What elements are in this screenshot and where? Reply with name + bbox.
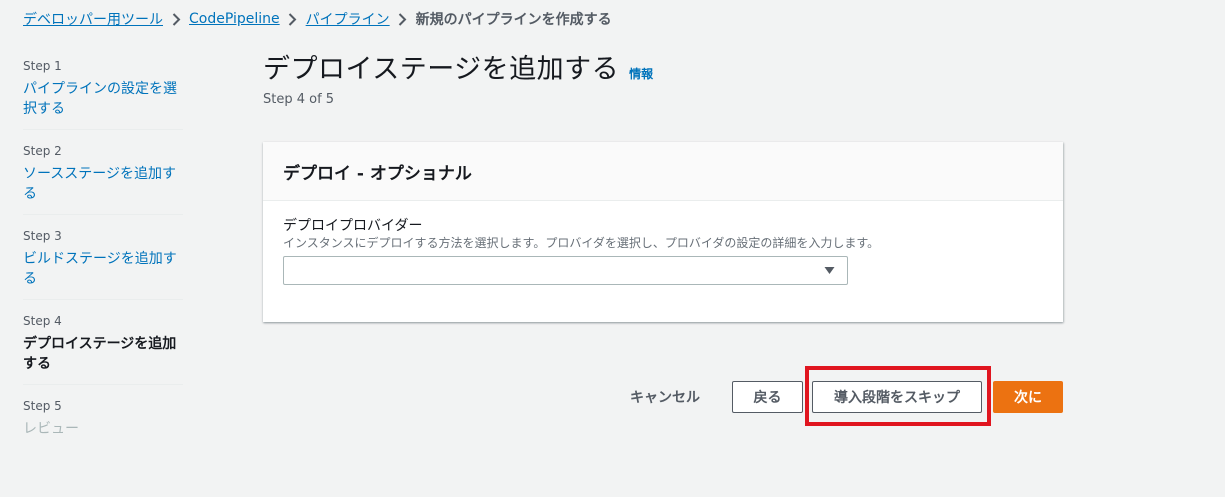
panel-header: デプロイ - オプショナル bbox=[263, 142, 1063, 201]
wizard-step-2: Step 2 ソースステージを追加する bbox=[23, 140, 183, 215]
chevron-right-icon bbox=[280, 12, 306, 26]
wizard-actions: キャンセル 戻る 導入段階をスキップ 次に bbox=[0, 381, 1225, 413]
step-current-deploy-stage: デプロイステージを追加する bbox=[23, 336, 177, 372]
wizard-step-4: Step 4 デプロイステージを追加する bbox=[23, 310, 183, 385]
annotation-highlight-box bbox=[805, 366, 991, 426]
step-link-source-stage[interactable]: ソースステージを追加する bbox=[23, 164, 183, 204]
deploy-provider-select[interactable] bbox=[283, 256, 848, 285]
caret-down-icon bbox=[824, 267, 835, 274]
breadcrumb-pipelines-link[interactable]: パイプライン bbox=[306, 9, 390, 29]
step-link-build-stage[interactable]: ビルドステージを追加する bbox=[23, 249, 183, 289]
step-number: Step 4 bbox=[23, 314, 62, 328]
step-number: Step 2 bbox=[23, 144, 62, 158]
step-link-pipeline-settings[interactable]: パイプラインの設定を選択する bbox=[23, 79, 183, 119]
step-number: Step 3 bbox=[23, 229, 62, 243]
next-button[interactable]: 次に bbox=[993, 381, 1063, 413]
page-header: デプロイステージを追加する 情報 bbox=[263, 47, 653, 86]
chevron-right-icon bbox=[390, 12, 416, 26]
cancel-button[interactable]: キャンセル bbox=[620, 381, 710, 413]
deploy-provider-label: デプロイプロバイダー bbox=[283, 218, 423, 234]
breadcrumb-codepipeline-link[interactable]: CodePipeline bbox=[189, 11, 280, 27]
step-review-disabled: レビュー bbox=[23, 421, 79, 437]
wizard-step-1: Step 1 パイプラインの設定を選択する bbox=[23, 55, 183, 130]
panel-title: デプロイ - オプショナル bbox=[283, 163, 472, 184]
back-button[interactable]: 戻る bbox=[732, 381, 803, 413]
deploy-panel: デプロイ - オプショナル デプロイプロバイダー インスタンスにデプロイする方法… bbox=[263, 142, 1063, 322]
step-progress-text: Step 4 of 5 bbox=[263, 92, 335, 107]
page-title: デプロイステージを追加する bbox=[263, 54, 620, 85]
wizard-step-3: Step 3 ビルドステージを追加する bbox=[23, 225, 183, 300]
deploy-provider-description: インスタンスにデプロイする方法を選択します。プロバイダを選択し、プロバイダの設定… bbox=[283, 236, 880, 250]
panel-body: デプロイプロバイダー インスタンスにデプロイする方法を選択します。プロバイダを選… bbox=[263, 201, 1063, 301]
chevron-right-icon bbox=[163, 12, 189, 26]
step-number: Step 1 bbox=[23, 59, 62, 73]
breadcrumb-current: 新規のパイプラインを作成する bbox=[415, 12, 612, 28]
info-link[interactable]: 情報 bbox=[629, 65, 653, 82]
breadcrumb-developer-tools-link[interactable]: デベロッパー用ツール bbox=[23, 9, 163, 29]
breadcrumb: デベロッパー用ツール CodePipeline パイプライン 新規のパイプライン… bbox=[23, 9, 612, 29]
